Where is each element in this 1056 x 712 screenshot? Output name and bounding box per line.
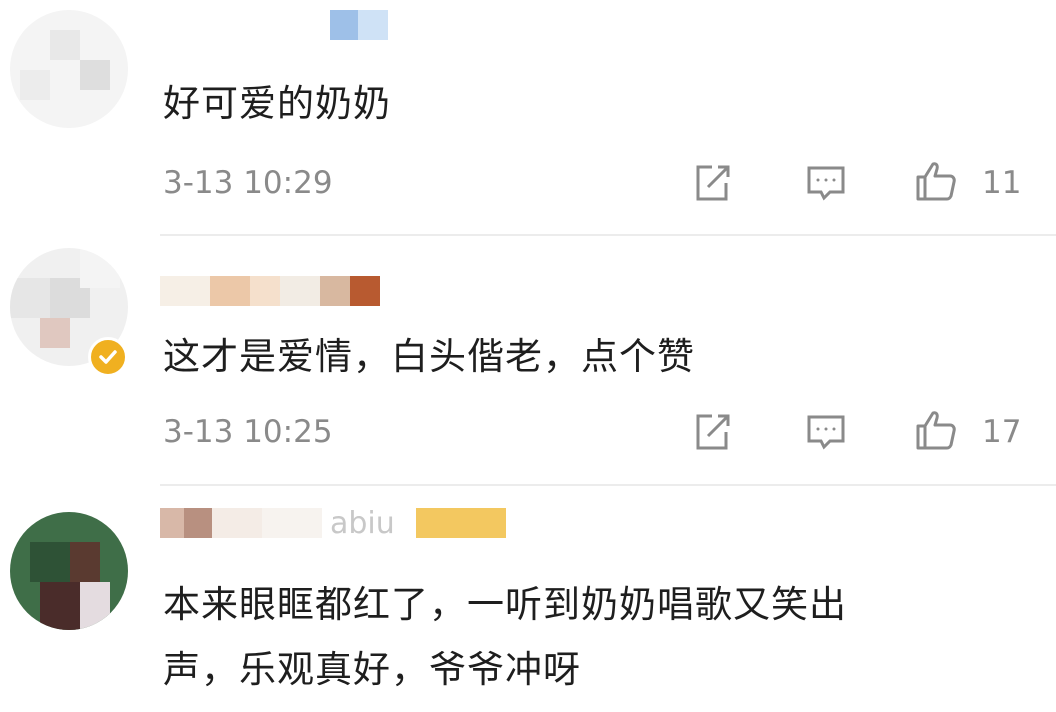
share-icon[interactable]	[690, 161, 734, 205]
share-icon[interactable]	[690, 410, 734, 454]
comment-item-3: abiu 本来眼眶都红了，一听到奶奶唱歌又笑出 声，乐观真好，爷爷冲呀	[0, 486, 1056, 712]
like-count: 17	[982, 414, 1022, 450]
thumbs-up-icon[interactable]	[914, 159, 958, 203]
verified-badge-icon	[88, 337, 128, 377]
username[interactable]	[160, 276, 390, 306]
comment-text-line-1: 本来眼眶都红了，一听到奶奶唱歌又笑出	[163, 583, 847, 626]
comment-text: 好可爱的奶奶	[163, 82, 391, 125]
comment-timestamp: 3-13 10:29	[163, 165, 333, 201]
like-count: 11	[982, 165, 1022, 201]
comment-icon[interactable]	[804, 161, 848, 205]
comment-text: 这才是爱情，白头偕老，点个赞	[163, 335, 695, 378]
username[interactable]	[330, 10, 390, 40]
comment-icon[interactable]	[804, 410, 848, 454]
comment-text-line-2: 声，乐观真好，爷爷冲呀	[163, 648, 581, 691]
comment-item-1: 好可爱的奶奶 3-13 10:29 11	[0, 0, 1056, 235]
avatar[interactable]	[10, 10, 128, 128]
thumbs-up-icon[interactable]	[914, 408, 958, 452]
comment-timestamp: 3-13 10:25	[163, 414, 333, 450]
avatar[interactable]	[10, 512, 128, 630]
username-fragment: abiu	[330, 506, 395, 541]
comment-item-2: 这才是爱情，白头偕老，点个赞 3-13 10:25 17	[0, 236, 1056, 484]
